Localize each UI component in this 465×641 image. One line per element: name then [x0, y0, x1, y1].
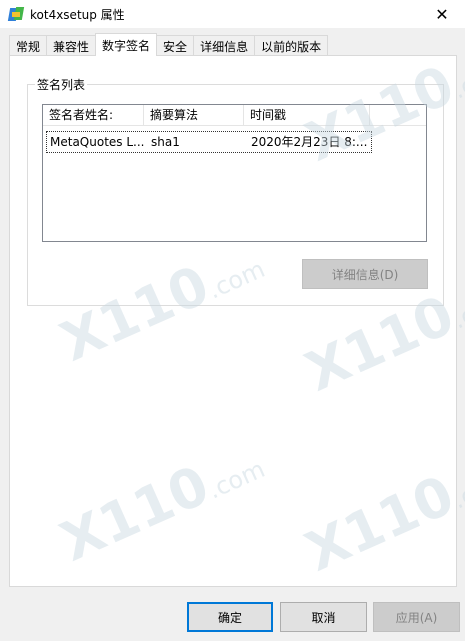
- details-button-label: 详细信息(D): [331, 267, 399, 282]
- tab-security[interactable]: 安全: [156, 35, 195, 56]
- details-button[interactable]: 详细信息(D): [302, 259, 428, 289]
- list-header: 签名者姓名: 摘要算法 时间戳: [43, 105, 426, 126]
- digest-algorithm-cell: sha1: [151, 135, 180, 149]
- column-header-timestamp[interactable]: 时间戳: [244, 105, 370, 126]
- apply-button[interactable]: 应用(A): [373, 602, 460, 632]
- cancel-button-label: 取消: [311, 610, 336, 625]
- cancel-button[interactable]: 取消: [280, 602, 367, 632]
- tab-details[interactable]: 详细信息: [193, 35, 256, 56]
- column-header-signer[interactable]: 签名者姓名:: [43, 105, 144, 126]
- tab-previous-versions[interactable]: 以前的版本: [254, 35, 329, 56]
- tab-strip: 常规 兼容性 数字签名 安全 详细信息 以前的版本: [9, 33, 329, 56]
- close-button[interactable]: ✕: [419, 0, 465, 28]
- signature-list-label: 签名列表: [35, 76, 88, 93]
- title-bar: kot4xsetup 属性 ✕: [0, 0, 465, 28]
- ok-button[interactable]: 确定: [187, 602, 273, 632]
- close-icon: ✕: [435, 4, 449, 24]
- tab-digital-signatures[interactable]: 数字签名: [95, 33, 158, 56]
- timestamp-cell: 2020年2月23日 8:...: [251, 135, 368, 149]
- window-title: kot4xsetup 属性: [30, 7, 125, 22]
- apply-button-label: 应用(A): [395, 610, 438, 625]
- signer-name-cell: MetaQuotes L...: [50, 135, 145, 149]
- signature-list[interactable]: 签名者姓名: 摘要算法 时间戳 MetaQuotes L... sha1 202…: [42, 104, 427, 242]
- tab-general[interactable]: 常规: [9, 35, 48, 56]
- tab-compatibility[interactable]: 兼容性: [46, 35, 97, 56]
- list-item[interactable]: MetaQuotes L... sha1 2020年2月23日 8:...: [46, 131, 372, 153]
- column-header-digest[interactable]: 摘要算法: [144, 105, 244, 126]
- app-icon: [7, 6, 25, 22]
- ok-button-label: 确定: [217, 610, 242, 625]
